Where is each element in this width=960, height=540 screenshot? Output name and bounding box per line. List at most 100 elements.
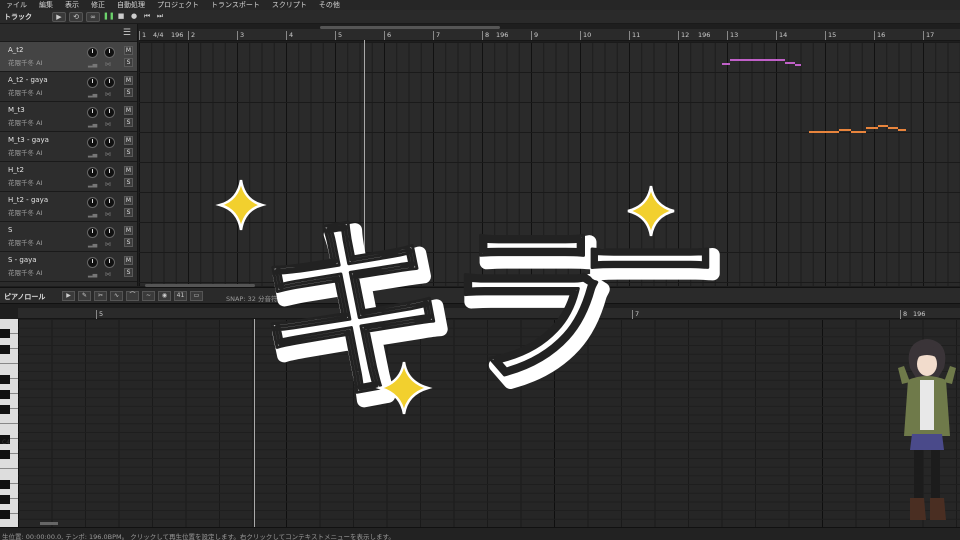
mute-button[interactable]: M	[124, 226, 133, 235]
pan-knob[interactable]	[104, 107, 115, 118]
menu-modify[interactable]: 修正	[85, 0, 111, 10]
pan-knob[interactable]	[104, 167, 115, 178]
track-name[interactable]: H_t2 - gaya	[8, 196, 48, 204]
singer-name[interactable]: 花隈千冬 AI	[8, 147, 42, 157]
track-name[interactable]: M_t3 - gaya	[8, 136, 49, 144]
loop-icon[interactable]: ⟲	[69, 12, 83, 22]
menu-other[interactable]: その他	[313, 0, 346, 10]
note-block[interactable]	[785, 62, 795, 64]
volume-knob[interactable]	[87, 257, 98, 268]
track-row[interactable]: A_t2 - gaya 花隈千冬 AI ▂▄ ⋈ M S	[0, 72, 137, 102]
piano-roll-playhead[interactable]	[254, 319, 255, 527]
record-icon[interactable]: ●	[129, 12, 139, 22]
mute-button[interactable]: M	[124, 46, 133, 55]
track-name[interactable]: A_t2	[8, 46, 24, 54]
mute-button[interactable]: M	[124, 166, 133, 175]
hamburger-icon[interactable]: ☰	[123, 28, 131, 38]
eye-tool-icon[interactable]: ◉	[158, 291, 171, 301]
track-name[interactable]: A_t2 - gaya	[8, 76, 48, 84]
menu-script[interactable]: スクリプト	[266, 0, 313, 10]
pitch-tool-icon[interactable]: ⌒	[126, 291, 139, 301]
menu-project[interactable]: プロジェクト	[151, 0, 205, 10]
stop-icon[interactable]: ■	[116, 12, 126, 22]
skip-forward-icon[interactable]: ⏭	[155, 12, 165, 22]
track-row[interactable]: M_t3 - gaya 花隈千冬 AI ▂▄ ⋈ M S	[0, 132, 137, 162]
singer-name[interactable]: 花隈千冬 AI	[8, 57, 42, 67]
skip-back-icon[interactable]: ⏮	[142, 12, 152, 22]
pause-icon[interactable]: ❚❚	[103, 12, 115, 22]
pan-knob[interactable]	[104, 227, 115, 238]
track-name[interactable]: H_t2	[8, 166, 24, 174]
number-tool-button[interactable]: 41	[174, 291, 187, 301]
solo-button[interactable]: S	[124, 148, 133, 157]
volume-knob[interactable]	[87, 197, 98, 208]
pan-knob[interactable]	[104, 197, 115, 208]
solo-button[interactable]: S	[124, 58, 133, 67]
pan-knob[interactable]	[104, 257, 115, 268]
volume-knob[interactable]	[87, 107, 98, 118]
solo-button[interactable]: S	[124, 88, 133, 97]
menu-automation[interactable]: 自動処理	[111, 0, 151, 10]
note-block[interactable]	[839, 129, 851, 131]
curve-tool-icon[interactable]: ∿	[110, 291, 123, 301]
volume-knob[interactable]	[87, 137, 98, 148]
piano-keyboard[interactable]: C4	[0, 319, 18, 529]
piano-roll-grid[interactable]	[18, 319, 960, 527]
note-block[interactable]	[878, 125, 888, 127]
link-icon[interactable]: ∞	[86, 12, 100, 22]
track-name[interactable]: S - gaya	[8, 256, 37, 264]
note-block[interactable]	[866, 127, 878, 129]
singer-name[interactable]: 花隈千冬 AI	[8, 117, 42, 127]
solo-button[interactable]: S	[124, 238, 133, 247]
solo-button[interactable]: S	[124, 208, 133, 217]
timeline-ruler[interactable]: 1 2 3 4 5 6 7 8 9 10 11 12 13 14 15 16 17 4/4 196 196 196	[139, 29, 960, 41]
vibrato-tool-icon[interactable]: ~	[142, 291, 155, 301]
track-name[interactable]: M_t3	[8, 106, 25, 114]
note-block[interactable]	[809, 131, 839, 133]
select-tool-icon[interactable]: ▶	[62, 291, 75, 301]
note-block[interactable]	[898, 129, 906, 131]
singer-name[interactable]: 花隈千冬 AI	[8, 87, 42, 97]
playhead[interactable]	[364, 40, 365, 286]
volume-knob[interactable]	[87, 77, 98, 88]
track-row[interactable]: H_t2 花隈千冬 AI ▂▄ ⋈ M S	[0, 162, 137, 192]
arrow-tool-icon[interactable]: ▶	[52, 12, 66, 22]
snap-setting[interactable]: SNAP: 32 分音符	[226, 293, 277, 303]
scissors-tool-icon[interactable]: ✂	[94, 291, 107, 301]
folder-tool-icon[interactable]: ▭	[190, 291, 203, 301]
track-row[interactable]: S - gaya 花隈千冬 AI ▂▄ ⋈ M S	[0, 252, 137, 282]
note-block[interactable]	[722, 63, 730, 65]
menu-file[interactable]: ァイル	[0, 0, 33, 10]
track-row[interactable]: H_t2 - gaya 花隈千冬 AI ▂▄ ⋈ M S	[0, 192, 137, 222]
singer-name[interactable]: 花隈千冬 AI	[8, 207, 42, 217]
solo-button[interactable]: S	[124, 268, 133, 277]
solo-button[interactable]: S	[124, 178, 133, 187]
menu-view[interactable]: 表示	[59, 0, 85, 10]
note-block[interactable]	[795, 64, 801, 66]
menu-edit[interactable]: 編集	[33, 0, 59, 10]
pan-knob[interactable]	[104, 77, 115, 88]
track-row[interactable]: S 花隈千冬 AI ▂▄ ⋈ M S	[0, 222, 137, 252]
solo-button[interactable]: S	[124, 118, 133, 127]
mute-button[interactable]: M	[124, 106, 133, 115]
volume-knob[interactable]	[87, 167, 98, 178]
piano-roll-scrollbar[interactable]	[40, 522, 58, 525]
mute-button[interactable]: M	[124, 256, 133, 265]
singer-name[interactable]: 花隈千冬 AI	[8, 267, 42, 277]
mute-button[interactable]: M	[124, 76, 133, 85]
note-block[interactable]	[851, 131, 866, 133]
singer-name[interactable]: 花隈千冬 AI	[8, 237, 42, 247]
piano-roll-ruler[interactable]: 5 6 7 8 196	[18, 308, 960, 319]
track-row[interactable]: A_t2 花隈千冬 AI ▂▄ ⋈ M S	[0, 42, 137, 72]
pan-knob[interactable]	[104, 137, 115, 148]
pencil-tool-icon[interactable]: ✎	[78, 291, 91, 301]
menu-transport[interactable]: トランスポート	[205, 0, 266, 10]
note-block[interactable]	[730, 59, 785, 61]
mute-button[interactable]: M	[124, 136, 133, 145]
pan-knob[interactable]	[104, 47, 115, 58]
arrangement-grid[interactable]	[139, 42, 960, 286]
singer-name[interactable]: 花隈千冬 AI	[8, 177, 42, 187]
note-block[interactable]	[888, 127, 898, 129]
track-row[interactable]: M_t3 花隈千冬 AI ▂▄ ⋈ M S	[0, 102, 137, 132]
volume-knob[interactable]	[87, 227, 98, 238]
